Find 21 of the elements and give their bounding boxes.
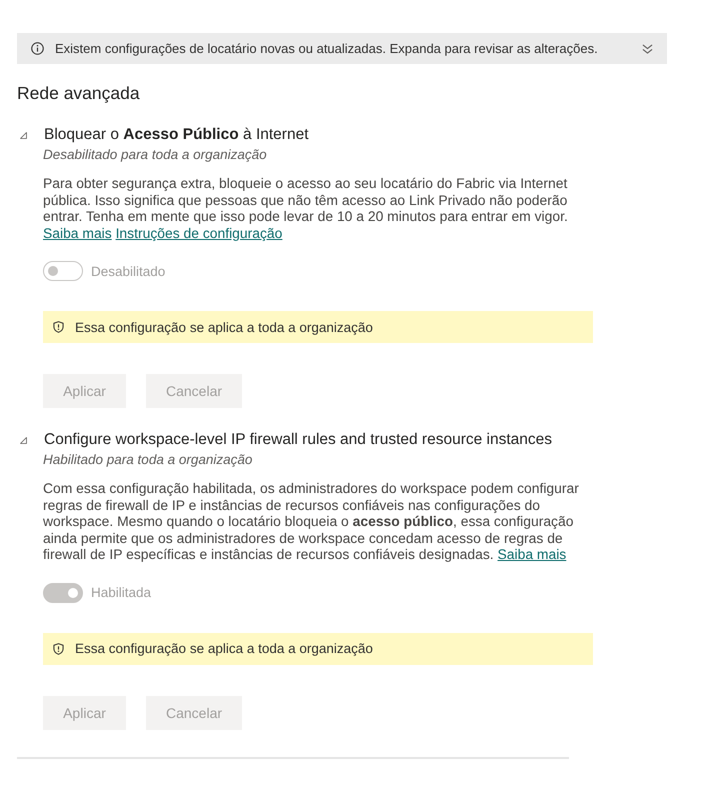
expand-triangle-icon[interactable] xyxy=(20,132,27,138)
setting-status: Habilitado para toda a organização xyxy=(43,451,254,469)
shield-icon xyxy=(53,642,64,654)
toggle-label: Habilitada xyxy=(91,585,152,600)
toggle-label: Desabilitado xyxy=(91,264,166,278)
notice-text: Essa configuração se aplica a toda a organização xyxy=(75,641,373,656)
expand-triangle-icon[interactable] xyxy=(20,436,27,444)
help-link[interactable]: Instruções de configuração xyxy=(116,224,282,240)
setting-status: Desabilitado para toda a organização xyxy=(43,146,268,164)
setting-title[interactable]: Bloquear o Acesso Público à Internet xyxy=(44,125,309,145)
help-link[interactable]: Saiba mais xyxy=(498,546,566,562)
setting-title[interactable]: Configure workspace-level IP firewall rules and trusted resource instances xyxy=(44,430,552,450)
info-icon xyxy=(31,42,44,55)
notification-text: Existem configurações de locatário novas ou atualizadas. Expanda para revisar as alterações. xyxy=(55,41,598,56)
setting-description: Com essa configuração habilitada, os administradores do workspace podem configurar regras de firewall de IP e instâncias de recursos confiáveis nas configurações do workspace. Mesmo quando o locatário bloqueia o acesso público, essa configuração ainda permite que os administradores de workspace concedam acesso de regras de firewall de IP específicas e instâncias de recursos confiáveis designadas. Saiba mais xyxy=(43,480,580,562)
notice-text: Essa configuração se aplica a toda a organização xyxy=(75,320,373,334)
help-link[interactable]: Saiba mais xyxy=(43,224,112,240)
double-chevron-icon[interactable] xyxy=(642,44,653,54)
setting-description: Para obter segurança extra, bloqueie o acesso ao seu locatário do Fabric via Internet pública. Isso significa que pessoas que não têm acesso ao Link Privado não poderão entrar. Tenha em mente que isso pode levar de 10 a 20 minutos para entrar em vigor. Saiba mais Instruções de configuração xyxy=(43,175,569,241)
section-heading: Rede avançada xyxy=(17,82,141,105)
shield-icon xyxy=(53,321,64,333)
